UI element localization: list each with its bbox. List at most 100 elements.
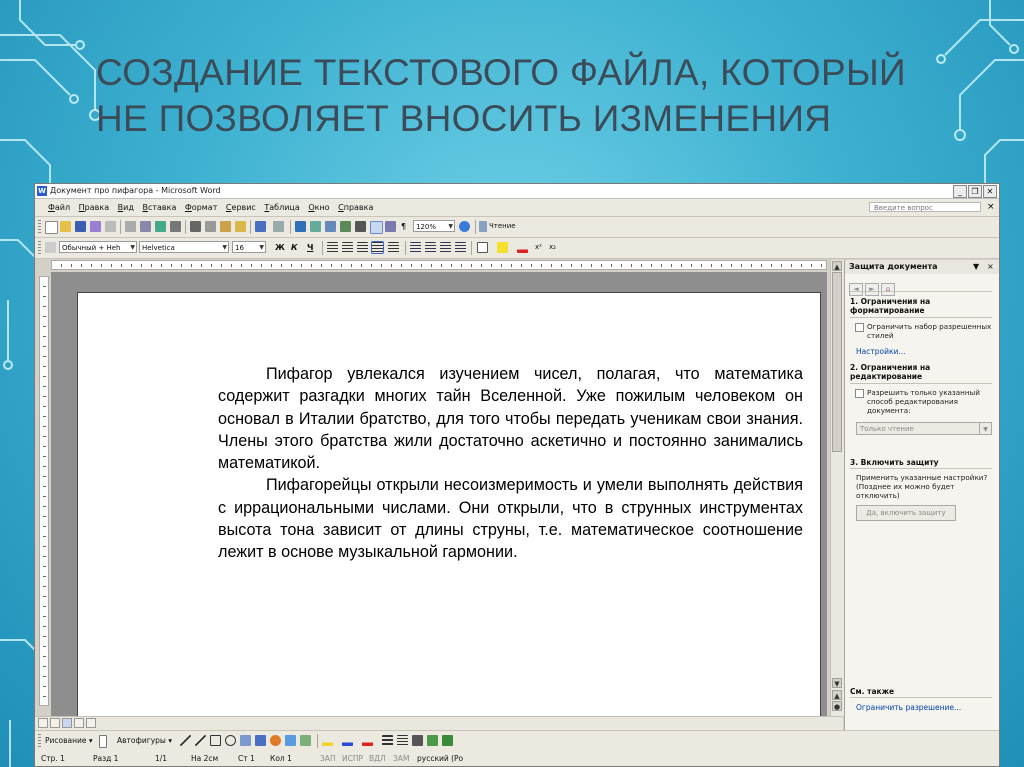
research-icon[interactable] [170, 221, 181, 232]
menu-file[interactable]: Файл [45, 199, 73, 216]
close-button[interactable]: ✕ [983, 185, 997, 198]
highlight-icon[interactable] [497, 242, 508, 253]
decrease-indent-icon[interactable] [440, 242, 451, 253]
style-select[interactable]: Обычный + Неh ▼ [59, 241, 137, 253]
menu-help[interactable]: Справка [335, 199, 376, 216]
draw-font-color-icon[interactable] [362, 735, 373, 746]
line-color-icon[interactable] [342, 735, 353, 746]
arrow-style-icon[interactable] [412, 735, 423, 746]
fill-color-icon[interactable] [322, 735, 333, 746]
scrollbar-thumb[interactable] [832, 272, 842, 452]
format-painter-icon[interactable] [235, 221, 246, 232]
hyperlink-icon[interactable] [295, 221, 306, 232]
font-size-select[interactable]: 16 ▼ [232, 241, 266, 253]
help-close-icon[interactable]: × [987, 199, 995, 216]
columns-icon[interactable] [355, 221, 366, 232]
browse-object-icon[interactable]: ● [832, 701, 842, 711]
status-record[interactable]: ЗАП [320, 751, 336, 766]
oval-tool-icon[interactable] [225, 735, 236, 746]
horizontal-scrollbar[interactable] [35, 716, 843, 730]
allow-editing-checkbox[interactable] [855, 389, 864, 398]
cut-icon[interactable] [190, 221, 201, 232]
spelling-icon[interactable] [155, 221, 166, 232]
menu-table[interactable]: Таблица [261, 199, 302, 216]
print-icon[interactable] [125, 221, 136, 232]
rectangle-tool-icon[interactable] [210, 735, 221, 746]
text-box-icon[interactable] [240, 735, 251, 746]
autoshapes-menu-button[interactable]: Автофигуры ▾ [117, 735, 172, 746]
menu-format[interactable]: Формат [182, 199, 220, 216]
subscript-icon[interactable]: x₂ [549, 242, 556, 253]
line-spacing-icon[interactable] [388, 242, 399, 253]
help-question-input[interactable]: Введите вопрос [869, 202, 981, 212]
borders-icon[interactable] [477, 242, 488, 253]
italic-button[interactable]: К [291, 242, 298, 253]
pane-close-icon[interactable]: × [987, 260, 994, 274]
toolbar-grip-icon[interactable] [38, 220, 41, 234]
scroll-up-icon[interactable]: ▲ [832, 261, 842, 271]
font-select[interactable]: Helvetica ▼ [139, 241, 229, 253]
copy-icon[interactable] [205, 221, 216, 232]
line-tool-icon[interactable] [180, 735, 191, 746]
permission-icon[interactable] [90, 221, 101, 232]
scroll-down-icon[interactable]: ▼ [832, 678, 842, 688]
limit-styles-checkbox[interactable] [855, 323, 864, 332]
restrict-permission-link[interactable]: Ограничить разрешение... [856, 703, 961, 712]
arrow-tool-icon[interactable] [195, 735, 206, 746]
drawing-toggle-icon[interactable] [370, 221, 383, 234]
status-overtype[interactable]: ЗАМ [393, 751, 409, 766]
pane-home-icon[interactable]: ⌂ [881, 283, 895, 296]
line-style-icon[interactable] [382, 735, 393, 746]
justify-icon[interactable] [371, 241, 384, 254]
minimize-button[interactable]: _ [953, 185, 967, 198]
tables-borders-icon[interactable] [310, 221, 321, 232]
drawing-menu-button[interactable]: Рисование ▾ [45, 735, 93, 746]
toolbar-grip-icon[interactable] [38, 734, 41, 748]
restore-button[interactable]: ❐ [968, 185, 982, 198]
new-document-icon[interactable] [45, 221, 58, 234]
pane-forward-icon[interactable]: ► [865, 283, 879, 296]
settings-link[interactable]: Настройки... [856, 347, 906, 356]
open-folder-icon[interactable] [60, 221, 71, 232]
start-protection-button[interactable]: Да, включить защиту [856, 505, 956, 521]
align-left-icon[interactable] [327, 242, 338, 253]
document-text[interactable]: Пифагор увлекался изучением чисел, полаг… [218, 363, 803, 564]
reading-view-icon[interactable] [86, 718, 96, 728]
align-center-icon[interactable] [342, 242, 353, 253]
underline-button[interactable]: Ч [307, 242, 313, 253]
prev-page-icon[interactable]: ▲ [832, 690, 842, 700]
toolbar-grip-icon[interactable] [38, 241, 41, 255]
show-formatting-icon[interactable]: ¶ [401, 221, 406, 232]
font-color-icon[interactable] [517, 242, 528, 253]
shadow-style-icon[interactable] [427, 735, 438, 746]
vertical-scrollbar[interactable]: ▲ ▼ ▲ ● [830, 260, 844, 716]
wordart-icon[interactable] [255, 735, 266, 746]
pane-back-icon[interactable]: ◄ [849, 283, 863, 296]
web-view-icon[interactable] [50, 718, 60, 728]
bullets-icon[interactable] [425, 242, 436, 253]
undo-icon[interactable] [255, 221, 266, 232]
menu-edit[interactable]: Правка [76, 199, 112, 216]
redo-icon[interactable] [273, 221, 284, 232]
pane-dropdown-icon[interactable]: ▼ [973, 260, 979, 274]
editing-type-select[interactable]: Только чтение ▼ [856, 422, 992, 435]
increase-indent-icon[interactable] [455, 242, 466, 253]
insert-picture-icon[interactable] [300, 735, 311, 746]
email-icon[interactable] [105, 221, 116, 232]
styles-formatting-icon[interactable] [45, 242, 56, 253]
status-track-changes[interactable]: ИСПР [342, 751, 363, 766]
numbering-icon[interactable] [410, 242, 421, 253]
help-icon[interactable] [459, 221, 470, 232]
print-preview-icon[interactable] [140, 221, 151, 232]
paste-icon[interactable] [220, 221, 231, 232]
menu-view[interactable]: Вид [115, 199, 137, 216]
insert-excel-icon[interactable] [340, 221, 351, 232]
save-icon[interactable] [75, 221, 86, 232]
reading-mode-icon[interactable] [479, 221, 487, 232]
outline-view-icon[interactable] [74, 718, 84, 728]
vertical-ruler[interactable] [39, 276, 49, 706]
document-map-icon[interactable] [385, 221, 396, 232]
align-right-icon[interactable] [357, 242, 368, 253]
status-extend[interactable]: ВДЛ [369, 751, 386, 766]
3d-style-icon[interactable] [442, 735, 453, 746]
